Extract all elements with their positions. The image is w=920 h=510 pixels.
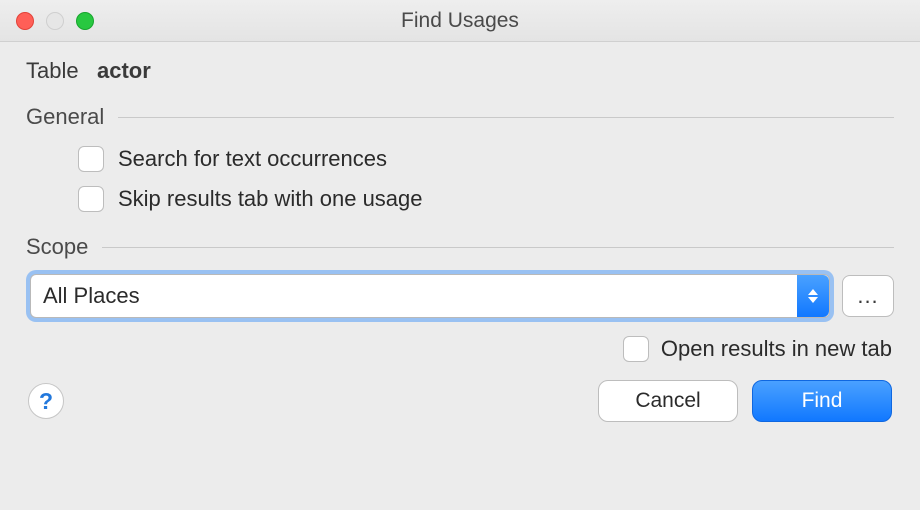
window-title: Find Usages xyxy=(0,9,920,33)
skip-results-one-usage-checkbox[interactable] xyxy=(78,186,104,212)
search-text-occurrences-label: Search for text occurrences xyxy=(118,146,387,172)
scope-select-value: All Places xyxy=(31,283,140,309)
help-icon: ? xyxy=(39,388,53,415)
cancel-button[interactable]: Cancel xyxy=(598,380,738,422)
dialog-content: Table actor General Search for text occu… xyxy=(0,42,920,422)
window-close-button[interactable] xyxy=(16,12,34,30)
updown-chevron-icon[interactable] xyxy=(797,275,829,317)
traffic-lights xyxy=(16,12,94,30)
window-zoom-button[interactable] xyxy=(76,12,94,30)
button-group: Cancel Find xyxy=(598,380,892,422)
open-new-tab-label: Open results in new tab xyxy=(661,336,892,362)
general-section-header: General xyxy=(26,104,894,130)
scope-section-header: Scope xyxy=(26,234,894,260)
divider xyxy=(118,117,894,118)
search-text-occurrences-row[interactable]: Search for text occurrences xyxy=(78,146,894,172)
skip-results-one-usage-label: Skip results tab with one usage xyxy=(118,186,423,212)
dialog-footer: ? Cancel Find xyxy=(26,380,894,422)
scope-section-title: Scope xyxy=(26,234,88,260)
find-button[interactable]: Find xyxy=(752,380,892,422)
subject-line: Table actor xyxy=(26,58,894,84)
window-minimize-button[interactable] xyxy=(46,12,64,30)
general-section-title: General xyxy=(26,104,104,130)
scope-more-button[interactable]: ... xyxy=(842,275,894,317)
subject-type-label: Table xyxy=(26,58,79,83)
titlebar: Find Usages xyxy=(0,0,920,42)
scope-row: All Places ... xyxy=(30,274,894,318)
skip-results-one-usage-row[interactable]: Skip results tab with one usage xyxy=(78,186,894,212)
divider xyxy=(102,247,894,248)
open-new-tab-row[interactable]: Open results in new tab xyxy=(26,336,894,362)
scope-select[interactable]: All Places xyxy=(30,274,830,318)
chevron-down-icon xyxy=(808,297,818,303)
chevron-up-icon xyxy=(808,289,818,295)
search-text-occurrences-checkbox[interactable] xyxy=(78,146,104,172)
subject-name: actor xyxy=(97,58,151,83)
help-button[interactable]: ? xyxy=(28,383,64,419)
open-new-tab-checkbox[interactable] xyxy=(623,336,649,362)
